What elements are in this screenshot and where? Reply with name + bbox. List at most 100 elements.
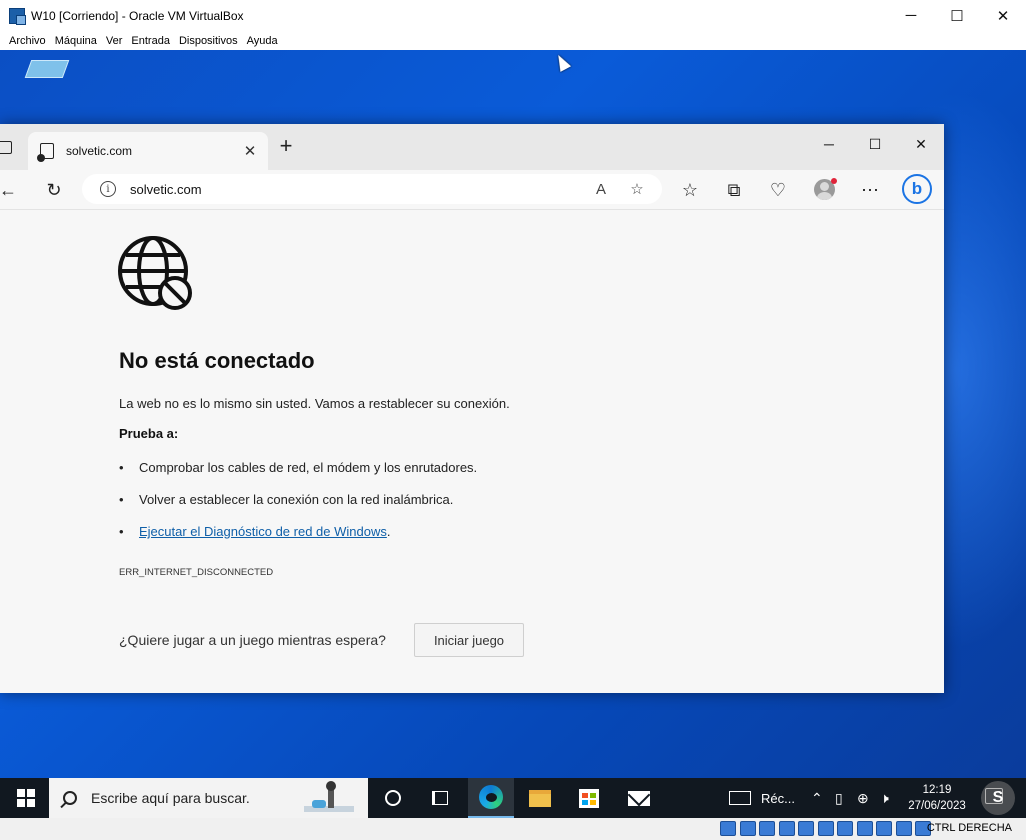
taskbar-store[interactable] [566, 778, 612, 818]
host-key-label: CTRL DERECHA [926, 822, 1012, 834]
recorder-icon [729, 791, 751, 805]
performance-icon[interactable]: ♡ [766, 178, 790, 202]
menu-dispositivos[interactable]: Dispositivos [179, 35, 238, 47]
suggestion-text: Volver a establecer la conexión con la r… [139, 492, 454, 507]
error-description: La web no es lo mismo sin usted. Vamos a… [119, 396, 510, 411]
vbox-statusbar: CTRL DERECHA [0, 818, 1026, 840]
taskbar-search[interactable]: Escribe aquí para buscar. [49, 778, 368, 818]
optical-indicator-icon[interactable] [739, 821, 756, 836]
taskbar-mail[interactable] [616, 778, 662, 818]
tab-close-icon[interactable]: ✕ [240, 142, 260, 160]
tray-device-icon[interactable]: ▯ [835, 778, 843, 818]
bullet: • [119, 524, 124, 539]
menu-ver[interactable]: Ver [106, 35, 123, 47]
search-highlight-art-icon [304, 781, 354, 812]
suggestion-item: • Ejecutar el Diagnóstico de red de Windo… [119, 524, 390, 539]
profile-badge [831, 178, 837, 184]
bullet: • [119, 492, 124, 507]
minimize-button[interactable]: ─ [888, 0, 934, 31]
network-indicator-icon[interactable] [778, 821, 795, 836]
desktop-icon[interactable] [24, 60, 70, 78]
shared-folders-indicator-icon[interactable] [817, 821, 834, 836]
tray-app-recorder[interactable]: Réc... [729, 778, 795, 818]
address-bar[interactable]: i solvetic.com A ☆ [82, 174, 662, 204]
edge-window: solvetic.com ✕ + ─ ☐ ✕ ← ↻ i solvetic.co… [0, 124, 944, 693]
suggestion-item: • Comprobar los cables de red, el módem y… [119, 460, 477, 475]
taskbar: Escribe aquí para buscar. Réc... ⌃ ▯ ⊕ 🕨… [0, 778, 1026, 818]
network-diagnostics-link[interactable]: Ejecutar el Diagnóstico de red de Window… [139, 524, 387, 539]
display-indicator-icon[interactable] [837, 821, 853, 836]
recording-indicator-icon[interactable] [856, 821, 873, 836]
taskbar-edge[interactable] [468, 778, 514, 818]
network-globe-icon[interactable]: ⊕ [857, 778, 869, 818]
error-code: ERR_INTERNET_DISCONNECTED [119, 567, 274, 578]
cortana-icon [385, 790, 401, 806]
back-icon[interactable]: ← [0, 178, 20, 202]
cortana-button[interactable] [370, 778, 416, 818]
error-title: No está conectado [119, 348, 315, 373]
task-view-button[interactable] [417, 778, 463, 818]
taskbar-file-explorer[interactable] [517, 778, 563, 818]
edge-window-controls: ─ ☐ ✕ [806, 124, 944, 164]
close-button[interactable]: ✕ [980, 0, 1026, 31]
menu-archivo[interactable]: Archivo [9, 35, 46, 47]
tab-active[interactable]: solvetic.com ✕ [28, 132, 268, 170]
system-clock[interactable]: 12:19 27/06/2023 [904, 782, 970, 814]
site-info-icon[interactable]: i [100, 181, 116, 197]
audio-indicator-icon[interactable] [759, 821, 775, 836]
windows-logo-tile [17, 789, 25, 797]
edge-close-button[interactable]: ✕ [898, 124, 944, 164]
window-controls: ─ ☐ ✕ [888, 0, 1026, 31]
edge-minimize-button[interactable]: ─ [806, 124, 852, 164]
show-hidden-icons-chevron-icon[interactable]: ⌃ [811, 778, 823, 818]
more-options-icon[interactable]: ⋯ [858, 178, 882, 202]
bing-chat-icon[interactable]: b [902, 174, 932, 204]
link-suffix: . [386, 524, 391, 539]
try-label: Prueba a: [119, 426, 179, 441]
edge-icon [479, 785, 503, 809]
hdd-indicator-icon[interactable] [720, 821, 736, 836]
volume-icon[interactable]: 🕨 [880, 778, 889, 818]
guest-desktop: solvetic.com ✕ + ─ ☐ ✕ ← ↻ i solvetic.co… [0, 50, 1026, 778]
virtualbox-icon [9, 7, 26, 25]
tab-strip: solvetic.com ✕ + ─ ☐ ✕ [0, 124, 944, 170]
vbox-menubar: Archivo Máquina Ver Entrada Dispositivos… [0, 31, 1026, 50]
favorites-icon[interactable]: ☆ [678, 178, 702, 202]
store-icon [579, 788, 599, 808]
favorite-star-icon[interactable]: ☆ [626, 178, 648, 200]
address-input[interactable]: solvetic.com [130, 182, 590, 197]
tab-actions-icon[interactable] [0, 141, 12, 154]
menu-entrada[interactable]: Entrada [131, 35, 170, 47]
edge-toolbar: ← ↻ i solvetic.com A ☆ ☆ ⧉ ♡ ⋯ b [0, 170, 944, 210]
menu-ayuda[interactable]: Ayuda [247, 35, 278, 47]
start-game-button[interactable]: Iniciar juego [414, 623, 524, 657]
cpu-indicator-icon[interactable] [876, 821, 892, 836]
tab-title: solvetic.com [66, 144, 133, 158]
clock-date: 27/06/2023 [908, 800, 966, 812]
tray-app-label: Réc... [761, 790, 795, 806]
maximize-button[interactable]: ☐ [934, 0, 980, 31]
suggestion-text: Comprobar los cables de red, el módem y … [139, 460, 478, 475]
clock-time: 12:19 [922, 784, 952, 796]
folder-icon [529, 789, 551, 807]
vbox-device-indicators [720, 821, 935, 836]
usb-indicator-icon[interactable] [798, 821, 814, 836]
windows-logo-tile [27, 789, 35, 797]
refresh-icon[interactable]: ↻ [42, 178, 66, 202]
suggestion-item: • Volver a establecer la conexión con la … [119, 492, 453, 507]
page-offline-icon [37, 143, 54, 162]
read-aloud-icon[interactable]: A [590, 178, 612, 200]
menu-maquina[interactable]: Máquina [55, 35, 97, 47]
new-tab-button[interactable]: + [276, 135, 296, 157]
start-button[interactable] [17, 789, 35, 807]
mouse-integration-indicator-icon[interactable] [895, 821, 912, 836]
edge-maximize-button[interactable]: ☐ [852, 124, 898, 164]
collections-icon[interactable]: ⧉ [722, 178, 746, 202]
game-question: ¿Quiere jugar a un juego mientras espera… [119, 632, 386, 648]
windows-logo-tile [27, 799, 35, 807]
mail-icon [628, 790, 650, 806]
window-title: W10 [Corriendo] - Oracle VM VirtualBox [31, 8, 244, 23]
search-icon [63, 791, 77, 805]
no-connection-globe-icon [118, 236, 192, 310]
search-placeholder: Escribe aquí para buscar. [91, 790, 250, 806]
